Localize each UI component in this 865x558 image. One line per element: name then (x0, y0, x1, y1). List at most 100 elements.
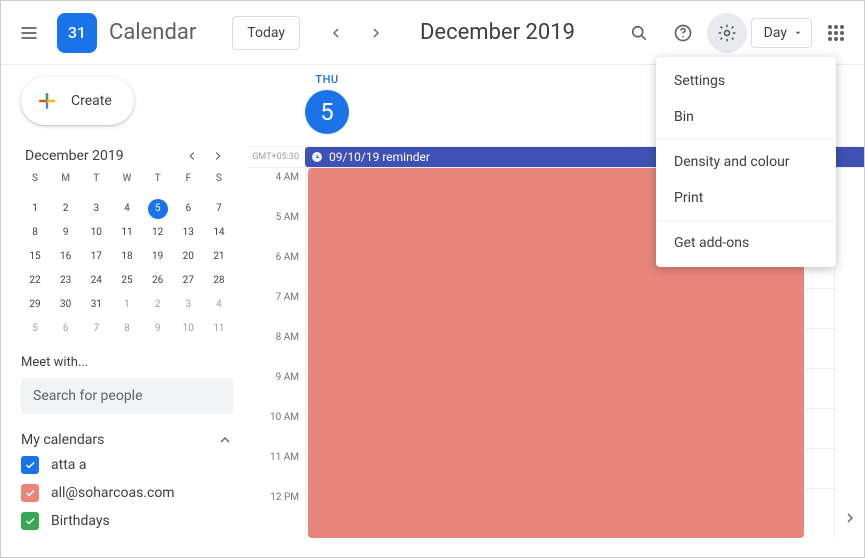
mini-day-cell[interactable]: 5 (25, 319, 45, 339)
hour-label: 4 AM (249, 172, 305, 212)
date-range-label[interactable]: December 2019 (420, 20, 575, 45)
mini-day-cell[interactable]: 27 (178, 271, 198, 291)
calendar-checkbox[interactable] (21, 512, 39, 530)
show-side-panel-button[interactable] (842, 510, 858, 526)
mini-day-cell[interactable]: 19 (148, 247, 168, 267)
mini-day-cell[interactable]: 18 (117, 247, 137, 267)
mini-dow-header: S (21, 173, 49, 197)
mini-dow-header: F (174, 173, 202, 197)
mini-day-cell[interactable]: 7 (86, 319, 106, 339)
mini-day-cell[interactable]: 1 (25, 199, 45, 219)
mini-day-cell[interactable]: 2 (148, 295, 168, 315)
calendar-checkbox[interactable] (21, 484, 39, 502)
mini-day-cell[interactable]: 8 (117, 319, 137, 339)
settings-menu-item[interactable]: Get add-ons (656, 225, 836, 261)
calendar-label: Birthdays (51, 513, 110, 529)
main-menu-button[interactable] (9, 13, 49, 53)
day-number-badge[interactable]: 5 (305, 90, 349, 134)
reminder-icon (311, 151, 323, 163)
mini-day-cell[interactable]: 9 (148, 319, 168, 339)
mini-day-cell[interactable]: 6 (56, 319, 76, 339)
google-apps-button[interactable] (816, 13, 856, 53)
create-label: Create (71, 93, 112, 109)
gear-icon (717, 23, 737, 43)
mini-month-label: December 2019 (25, 148, 124, 164)
calendar-item[interactable]: all@soharcoas.com (21, 484, 233, 502)
settings-button[interactable] (707, 13, 747, 53)
mini-day-cell[interactable]: 3 (178, 295, 198, 315)
mini-day-cell[interactable]: 5 (148, 199, 168, 219)
mini-day-cell[interactable]: 26 (148, 271, 168, 291)
mini-next-month[interactable] (207, 145, 229, 167)
mini-day-cell[interactable]: 10 (178, 319, 198, 339)
mini-day-cell[interactable]: 11 (117, 223, 137, 243)
settings-menu-item[interactable]: Settings (656, 63, 836, 99)
mini-day-cell[interactable]: 24 (86, 271, 106, 291)
mini-day-cell[interactable]: 12 (148, 223, 168, 243)
mini-day-cell[interactable]: 21 (209, 247, 229, 267)
next-period-button[interactable] (356, 13, 396, 53)
chevron-left-icon (185, 149, 199, 163)
mini-day-cell[interactable]: 14 (209, 223, 229, 243)
calendar-item[interactable]: Birthdays (21, 512, 233, 530)
prev-period-button[interactable] (316, 13, 356, 53)
mini-day-cell[interactable]: 17 (86, 247, 106, 267)
mini-day-cell[interactable]: 22 (25, 271, 45, 291)
mini-day-cell[interactable]: 2 (56, 199, 76, 219)
calendar-item[interactable]: atta a (21, 456, 233, 474)
side-panel-rail (834, 168, 864, 538)
hour-label: 9 AM (249, 372, 305, 412)
mini-day-cell[interactable]: 29 (25, 295, 45, 315)
search-icon (629, 23, 649, 43)
mini-calendar: December 2019 SMTWTFS1234567891011121314… (21, 145, 233, 341)
mini-day-cell[interactable]: 30 (56, 295, 76, 315)
timezone-label: GMT+05:30 (249, 152, 305, 162)
mini-day-cell[interactable]: 11 (209, 319, 229, 339)
mini-day-cell[interactable]: 13 (178, 223, 198, 243)
mini-day-cell[interactable]: 3 (86, 199, 106, 219)
header: 31 Calendar Today December 2019 Day (1, 1, 864, 65)
mini-day-cell[interactable]: 28 (209, 271, 229, 291)
view-selector[interactable]: Day (751, 18, 812, 48)
my-calendars-label: My calendars (21, 432, 104, 448)
chevron-right-icon (842, 510, 858, 526)
mini-dow-header: T (144, 173, 172, 197)
search-button[interactable] (619, 13, 659, 53)
mini-day-cell[interactable]: 7 (209, 199, 229, 219)
settings-menu-item[interactable]: Print (656, 180, 836, 216)
mini-day-cell[interactable]: 10 (86, 223, 106, 243)
mini-day-cell[interactable]: 8 (25, 223, 45, 243)
mini-dow-header: T (82, 173, 110, 197)
mini-day-cell[interactable]: 4 (209, 295, 229, 315)
mini-day-cell[interactable]: 6 (178, 199, 198, 219)
create-button[interactable]: Create (21, 77, 134, 125)
calendar-checkbox[interactable] (21, 456, 39, 474)
check-icon (24, 487, 36, 499)
settings-menu-item[interactable]: Bin (656, 99, 836, 135)
mini-day-cell[interactable]: 31 (86, 295, 106, 315)
mini-day-cell[interactable]: 1 (117, 295, 137, 315)
mini-day-cell[interactable]: 25 (117, 271, 137, 291)
today-button[interactable]: Today (232, 16, 300, 50)
menu-separator (656, 139, 836, 140)
chevron-right-icon (368, 25, 384, 41)
mini-day-cell[interactable]: 16 (56, 247, 76, 267)
check-icon (24, 459, 36, 471)
hour-label: 11 AM (249, 452, 305, 492)
my-calendars-toggle[interactable]: My calendars (21, 432, 233, 448)
mini-day-cell[interactable]: 20 (178, 247, 198, 267)
mini-dow-header: W (113, 173, 141, 197)
mini-day-cell[interactable]: 9 (56, 223, 76, 243)
calendar-label: all@soharcoas.com (51, 485, 175, 501)
mini-prev-month[interactable] (181, 145, 203, 167)
hour-label: 8 AM (249, 332, 305, 372)
mini-day-cell[interactable]: 23 (56, 271, 76, 291)
settings-menu-item[interactable]: Density and colour (656, 144, 836, 180)
hamburger-icon (19, 23, 39, 43)
search-people-input[interactable] (21, 378, 233, 414)
help-button[interactable] (663, 13, 703, 53)
view-label: Day (764, 25, 787, 41)
hour-label: 12 PM (249, 492, 305, 532)
mini-day-cell[interactable]: 15 (25, 247, 45, 267)
mini-day-cell[interactable]: 4 (117, 199, 137, 219)
